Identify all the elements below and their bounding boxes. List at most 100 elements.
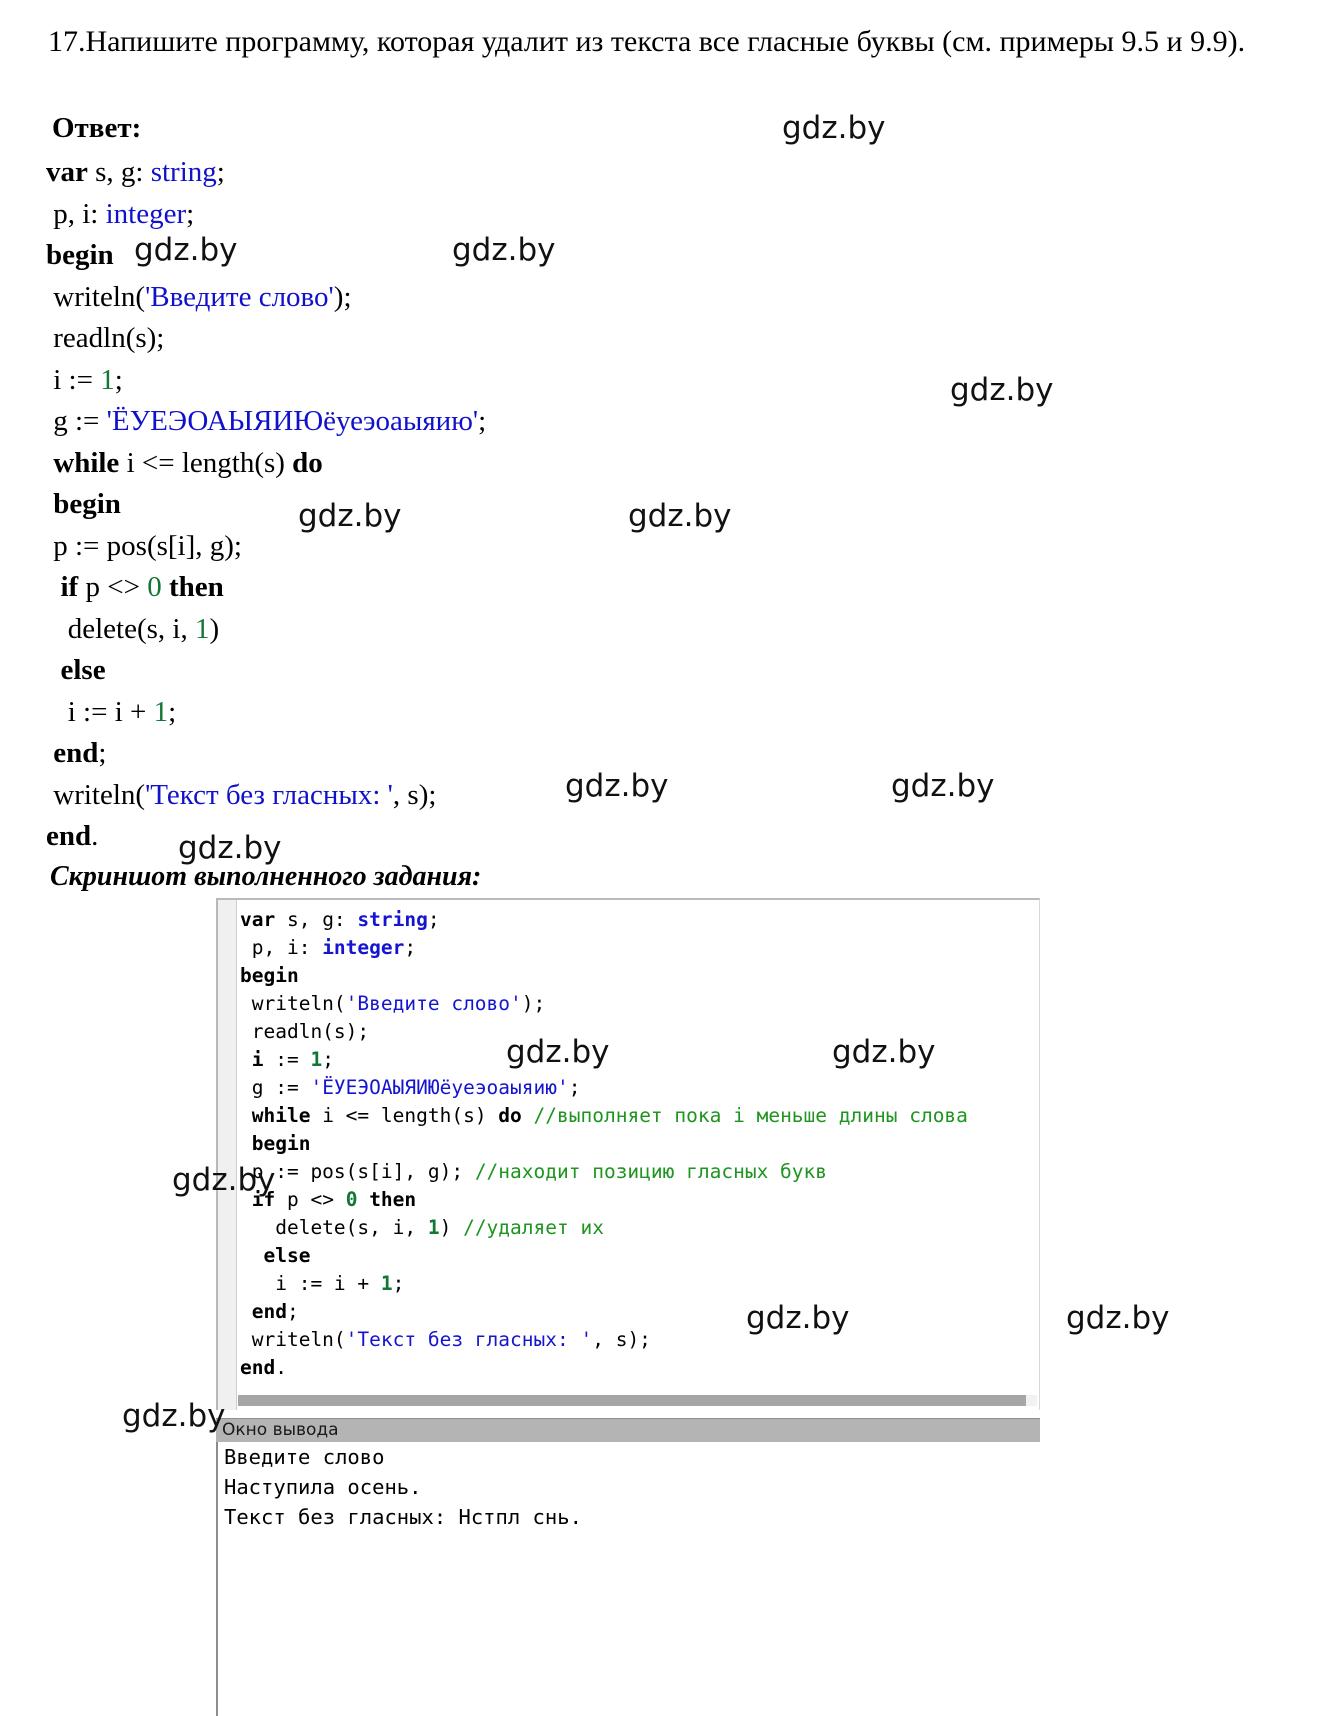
code-line: delete(s, i, 1) //удаляет их [240, 1214, 1037, 1242]
code-token: i := i + [46, 695, 154, 728]
code-line: p := pos(s[i], g); [46, 526, 746, 568]
code-line: p := pos(s[i], g); //находит позицию гла… [240, 1158, 1037, 1186]
code-token: ; [404, 936, 417, 959]
code-token: do [498, 1104, 522, 1127]
code-line: writeln('Текст без гласных: ', s); [46, 775, 746, 817]
code-token: var [240, 908, 276, 931]
watermark: gdz.by [122, 1398, 226, 1434]
code-token: ) [439, 1216, 464, 1239]
code-token: 1 [194, 612, 210, 645]
task-statement: 17.Напишите программу, которая удалит из… [48, 22, 1308, 61]
pascal-code-listing: var s, g: string; p, i: integer; begin wr… [46, 152, 746, 858]
code-line: p, i: integer; [46, 194, 746, 236]
code-token: ; [286, 1300, 299, 1323]
code-token: ; [322, 1048, 334, 1071]
code-token: ) [209, 612, 220, 645]
code-line: writeln('Текст без гласных: ', s); [240, 1326, 1037, 1354]
code-token: string [150, 156, 217, 188]
code-token: integer [322, 936, 405, 959]
code-line: writeln('Введите слово'); [46, 277, 746, 319]
code-line: end; [46, 733, 746, 775]
watermark: gdz.by [782, 110, 886, 146]
code-token: writeln( [46, 280, 146, 313]
code-token: p := pos(s[i], g); [46, 529, 242, 562]
code-token: end [251, 1300, 287, 1323]
code-token: begin [53, 488, 121, 520]
code-token: , s); [392, 778, 437, 811]
code-line: else [46, 650, 746, 692]
code-line: if p <> 0 then [46, 567, 746, 609]
code-token: ; [427, 908, 440, 931]
code-token: p <> [275, 1188, 346, 1211]
code-token: if [251, 1188, 276, 1211]
editor-hscrollbar-thumb[interactable] [238, 1395, 1026, 1406]
code-token: g := [46, 405, 107, 437]
code-token: i := [46, 363, 101, 396]
task-number: 17. [48, 25, 86, 58]
ide-editor-window: var s, g: string; p, i: integer; begin wr… [216, 898, 1040, 1410]
code-token: delete(s, i, [240, 1216, 428, 1239]
code-token: . [275, 1356, 287, 1379]
code-token: writeln( [240, 992, 346, 1015]
code-line: var s, g: string; [240, 906, 1037, 934]
code-token: 1 [310, 1048, 323, 1071]
editor-code-area[interactable]: var s, g: string; p, i: integer; begin wr… [240, 906, 1037, 1382]
code-line: while i <= length(s) do [46, 443, 746, 485]
code-token: i <= length(s) [310, 1104, 499, 1127]
code-line: i := i + 1; [240, 1270, 1037, 1298]
code-token: ); [521, 992, 546, 1015]
code-line: writeln('Введите слово'); [240, 990, 1037, 1018]
output-line: Введите слово [224, 1445, 385, 1469]
code-line: i := i + 1; [46, 692, 746, 734]
code-token: p, i: [240, 936, 323, 959]
code-token: do [292, 446, 323, 479]
code-token: string [357, 908, 428, 931]
task-text: Напишите программу, которая удалит из те… [85, 25, 1246, 58]
watermark: gdz.by [950, 372, 1054, 408]
code-token: while [53, 446, 120, 479]
code-token: writeln( [46, 778, 146, 811]
code-token: p := pos(s[i], g); [240, 1160, 475, 1183]
code-token: 'Текст без гласных: ' [345, 1328, 593, 1351]
code-token: 'Введите слово' [345, 992, 522, 1015]
code-token: var [46, 156, 88, 188]
output-line: Текст без гласных: Нстпл снь. [224, 1505, 582, 1529]
code-line: begin [46, 484, 746, 526]
code-line: while i <= length(s) do //выполняет пока… [240, 1102, 1037, 1130]
code-token: end [240, 1356, 276, 1379]
output-window-titlebar: Окно вывода [216, 1418, 1040, 1443]
output-window-title: Окно вывода [222, 1420, 339, 1440]
answer-label: Ответ: [52, 112, 142, 144]
code-line: end. [240, 1354, 1037, 1382]
code-line: p, i: integer; [240, 934, 1037, 962]
code-token: 1 [153, 695, 169, 728]
code-token: . [91, 820, 99, 852]
code-line: delete(s, i, 1) [46, 609, 746, 651]
code-token: s, g: [87, 156, 151, 188]
code-token: i [251, 1048, 264, 1071]
code-token: := [263, 1048, 311, 1071]
code-line: end; [240, 1298, 1037, 1326]
output-window: Окно вывода Введите слово Наступила осень… [216, 1418, 1040, 1716]
code-token: i := i + [240, 1272, 381, 1295]
code-token: 1 [427, 1216, 440, 1239]
watermark: gdz.by [1066, 1300, 1170, 1336]
code-token: while [251, 1104, 311, 1127]
code-token: integer [105, 197, 187, 230]
code-token: 'ЁУЕЭОАЫЯИЮёуеэоаыяию' [310, 1076, 569, 1099]
output-window-body: Введите слово Наступила осень. Текст без г… [216, 1442, 1040, 1716]
code-token: p <> [78, 571, 148, 603]
code-line: begin [46, 235, 746, 277]
output-line: Наступила осень. [224, 1475, 422, 1499]
code-token: else [263, 1244, 311, 1267]
editor-gutter [218, 900, 237, 1410]
code-token: else [60, 654, 106, 686]
code-token: 1 [100, 363, 115, 396]
code-token: 'Текст без гласных: ' [145, 778, 393, 811]
